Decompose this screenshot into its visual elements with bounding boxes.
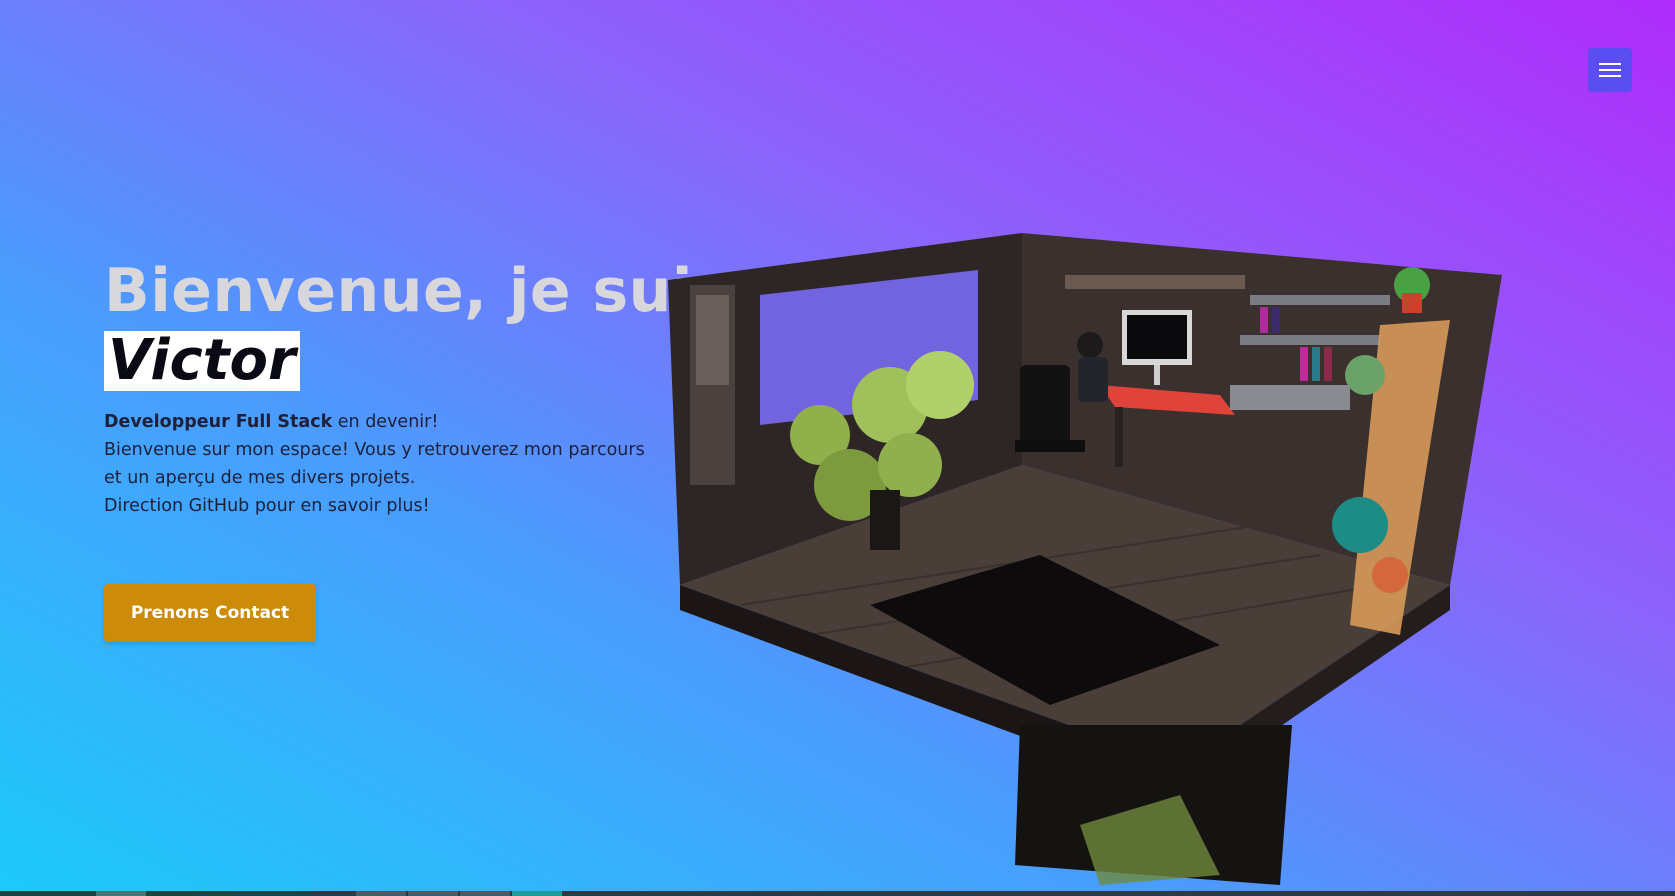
hero-name-highlight: Victor bbox=[104, 331, 300, 391]
hero-role: Developpeur Full Stack bbox=[104, 412, 333, 432]
hero-role-suffix: en devenir! bbox=[332, 412, 439, 432]
hero-intro: Developpeur Full Stack en devenir! Bienv… bbox=[104, 408, 664, 520]
hero-github-line: Direction GitHub pour en savoir plus! bbox=[104, 496, 430, 516]
hero-role-line: Developpeur Full Stack en devenir! bbox=[104, 408, 664, 436]
isometric-room-illustration bbox=[668, 233, 1502, 885]
hero-description: Bienvenue sur mon espace! Vous y retrouv… bbox=[104, 440, 645, 488]
hero-title: Bienvenue, je suis bbox=[104, 256, 730, 326]
menu-button[interactable] bbox=[1588, 48, 1632, 92]
hamburger-menu-icon bbox=[1599, 63, 1621, 77]
bottom-strip bbox=[0, 891, 1675, 896]
contact-button[interactable]: Prenons Contact bbox=[104, 584, 316, 642]
